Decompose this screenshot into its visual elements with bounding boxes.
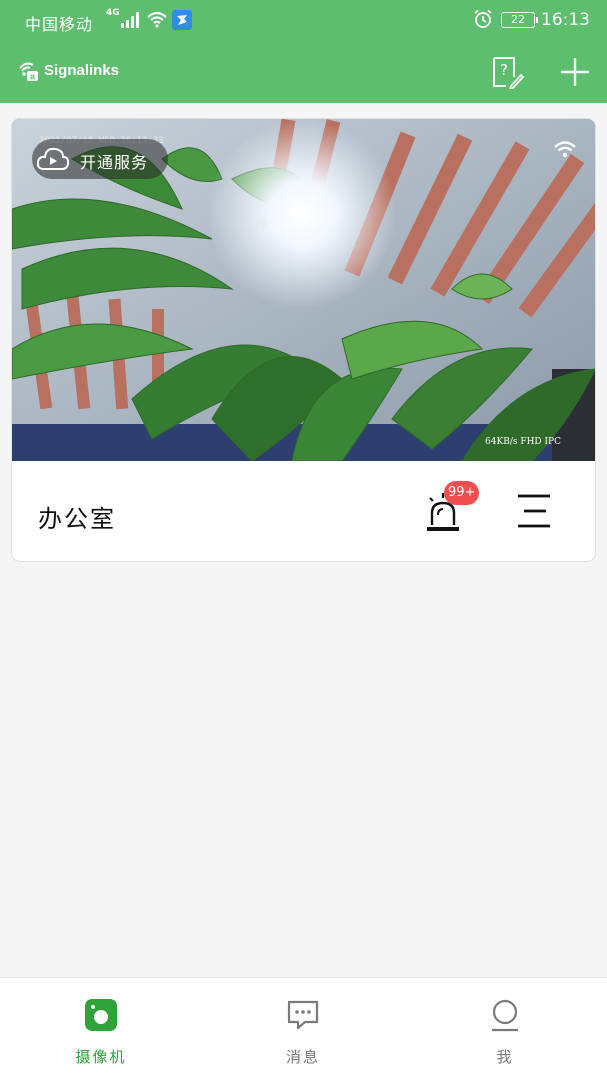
stream-info-label: 64KB/s FHD IPC <box>485 437 561 447</box>
network-type-label: 4G <box>106 8 120 18</box>
alarm-clock-icon <box>474 9 492 28</box>
carrier-label: 中国移动 <box>25 15 94 34</box>
cloud-service-label: 开通服务 <box>80 153 149 172</box>
cellular-signal-icon <box>121 12 139 28</box>
wifi-status-icon <box>147 11 167 28</box>
chat-bubble-icon <box>287 1000 319 1030</box>
tab-messages[interactable]: 消息 <box>202 978 404 1080</box>
svg-text:?: ? <box>500 61 508 79</box>
tab-camera-label: 摄像机 <box>75 1048 127 1066</box>
alarm-count-badge: 99+ <box>444 481 480 505</box>
brand-title: Signalinks <box>44 62 120 79</box>
help-document-icon[interactable]: ? <box>490 55 524 89</box>
app-header: a Signalinks ? <box>0 50 607 94</box>
cloud-play-icon <box>36 147 70 170</box>
cloud-service-button[interactable]: 开通服务 <box>32 139 168 179</box>
camera-card: 2021/07/18 WED 16:13:33 开通服务 64KB/s FHD … <box>12 119 595 561</box>
bottom-nav: 摄像机 消息 我 <box>0 977 607 1080</box>
battery-indicator: 22 <box>501 12 538 28</box>
camera-name: 办公室 <box>38 505 116 533</box>
signalinks-logo-icon: a <box>19 62 38 82</box>
tab-profile[interactable]: 我 <box>404 978 606 1080</box>
profile-icon <box>492 999 518 1032</box>
tab-profile-label: 我 <box>496 1048 514 1066</box>
camera-icon <box>85 999 117 1031</box>
clock: 16:13 <box>541 10 590 30</box>
app-notification-icon <box>172 10 192 30</box>
camera-preview[interactable]: 2021/07/18 WED 16:13:33 开通服务 64KB/s FHD … <box>12 119 595 461</box>
add-device-button[interactable] <box>558 55 592 89</box>
status-bar: 中国移动 4G 22 16:13 <box>0 0 607 40</box>
menu-list-icon[interactable] <box>516 493 552 529</box>
tab-camera[interactable]: 摄像机 <box>0 978 202 1080</box>
camera-wifi-icon <box>554 141 576 158</box>
top-bar: 中国移动 4G 22 16:13 a Signalinks ? <box>0 0 607 103</box>
tab-messages-label: 消息 <box>285 1048 320 1066</box>
camera-card-footer: 办公室 99+ <box>12 461 595 561</box>
